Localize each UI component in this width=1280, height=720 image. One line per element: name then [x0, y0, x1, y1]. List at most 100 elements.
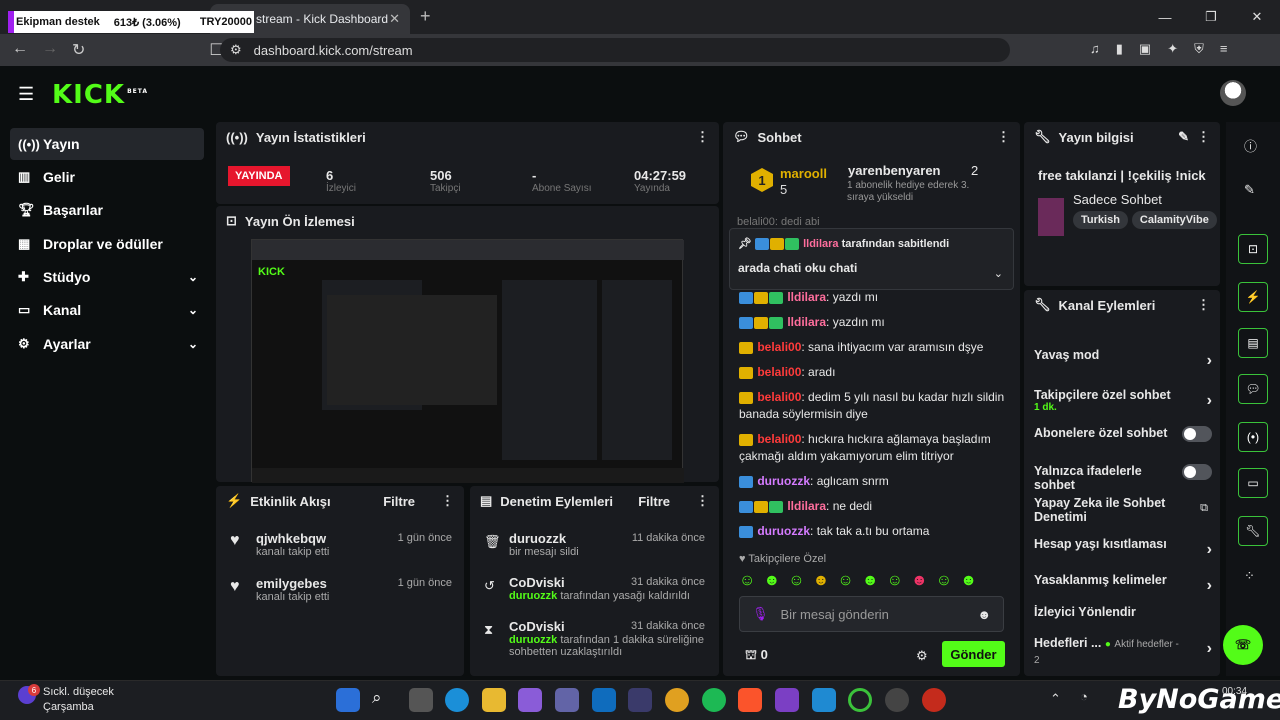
chat-username[interactable]: belali00 [757, 432, 801, 446]
chat-message[interactable]: duruozzk: aglıcam snrm [739, 473, 1009, 490]
emote-bar[interactable]: ☺ ☻ ☺ ☻ ☺ ☻ ☺ ☻ ☺ ☻ [739, 572, 977, 590]
wallet-icon[interactable]: ▣ [1139, 41, 1151, 57]
chat-input[interactable]: 🎙︎ Bir mesaj gönderin ☻ [739, 596, 1004, 632]
chat-message[interactable]: belali00: hıckıra hıckıra ağlamaya başla… [739, 431, 1009, 465]
close-tab-icon[interactable]: ✕ [389, 11, 400, 27]
kick-logo[interactable]: KICK BETA [52, 80, 148, 110]
mic-icon[interactable]: 🎙︎ [752, 606, 769, 622]
site-info-icon[interactable]: ⚙ [230, 42, 242, 58]
sidebar-item-studyo[interactable]: ✚ Stüdyo ⌄ [10, 261, 204, 293]
chat-message[interactable]: duruozzk: tak tak a.tı bu ortama [739, 523, 1009, 540]
support-icon[interactable]: ☏ [1223, 625, 1263, 665]
info-icon[interactable]: ⓘ [1244, 136, 1257, 155]
more-options-icon[interactable]: ⋮ [441, 493, 454, 509]
obs-icon[interactable] [885, 688, 909, 712]
chat-message[interactable]: belali00: dedim 5 yılı nasıl bu kadar hı… [739, 389, 1009, 423]
sidebar-item-basarilar[interactable]: 🏆︎ Başarılar [10, 194, 204, 226]
chat-username[interactable]: duruozzk [757, 474, 810, 488]
more-options-icon[interactable]: ⋮ [1197, 129, 1210, 145]
brave-icon[interactable] [738, 688, 762, 712]
music-icon[interactable]: ♫ [1090, 41, 1100, 57]
tag-chip[interactable]: CalamityVibe [1131, 211, 1217, 229]
hamburger-menu-icon[interactable]: ☰ [18, 84, 34, 105]
gear-icon[interactable]: ⚙ [916, 648, 928, 664]
pinned-message[interactable]: 📌︎ lldilara tarafından sabitlendi arada … [729, 228, 1014, 290]
chat-message[interactable]: lldilara: yazdı mı [739, 289, 1009, 306]
chat-message[interactable]: lldilara: yazdın mı [739, 314, 1009, 331]
back-icon[interactable]: ← [12, 40, 28, 60]
toggle-switch[interactable] [1182, 426, 1212, 442]
channel-action-item[interactable]: Yapay Zeka ile Sohbet Denetimi ⧉ [1034, 496, 1214, 524]
maximize-icon[interactable]: ❐ [1188, 0, 1234, 34]
channel-action-item[interactable]: Yavaş mod › [1034, 348, 1214, 369]
vscode-icon[interactable] [812, 688, 836, 712]
file-explorer-icon[interactable] [482, 688, 506, 712]
visual-studio-icon[interactable] [775, 688, 799, 712]
edit-icon[interactable]: ✎ [1178, 129, 1189, 145]
chat-username[interactable]: duruozzk [757, 524, 810, 538]
ps-app-icon[interactable] [628, 688, 652, 712]
vpn-icon[interactable]: ⛨ [1194, 41, 1204, 57]
spotify-icon[interactable] [702, 688, 726, 712]
channel-action-item[interactable]: Hedefleri ... ● Aktif hedefler - 2 › [1034, 636, 1214, 668]
chevron-down-icon[interactable]: ⌄ [994, 267, 1003, 280]
points-display[interactable]: ⛫ 0 [745, 647, 768, 665]
channel-action-item[interactable]: Abonelere özel sohbet [1034, 426, 1214, 442]
category-name[interactable]: Sadece Sohbet [1073, 192, 1162, 207]
chat-message[interactable]: belali00: sana ihtiyacım var aramısın dş… [739, 339, 1009, 356]
url-field[interactable]: ⚙ dashboard.kick.com/stream [220, 38, 1010, 62]
network-icon[interactable]: ◔ [1080, 689, 1088, 704]
new-tab-icon[interactable]: + [420, 6, 431, 27]
user-avatar[interactable] [1220, 80, 1246, 106]
audio-app-icon[interactable] [922, 688, 946, 712]
outlook-icon[interactable] [592, 688, 616, 712]
chrome-icon[interactable] [665, 688, 689, 712]
sidebar-item-droplar[interactable]: ▦ Droplar ve ödüller [10, 228, 204, 260]
apps-icon[interactable]: ⁘ [1244, 568, 1255, 584]
filter-button[interactable]: Filtre [638, 494, 670, 509]
minimize-icon[interactable]: — [1142, 0, 1188, 34]
teams-icon[interactable] [555, 688, 579, 712]
chat-icon[interactable]: 💬︎ [1238, 374, 1268, 404]
bolt-icon[interactable]: ⚡ [1238, 282, 1268, 312]
task-view-icon[interactable] [409, 688, 433, 712]
chat-username[interactable]: lldilara [787, 290, 826, 304]
category-thumbnail[interactable] [1038, 198, 1064, 236]
sidebar-item-gelir[interactable]: ▥ Gelir [10, 161, 204, 193]
sidebar-icon[interactable]: ▮ [1116, 41, 1123, 57]
edit-icon[interactable]: ✎ [1244, 182, 1255, 198]
chevron-up-icon[interactable]: ⌃ [1050, 691, 1061, 707]
document-icon[interactable]: ▤ [1238, 328, 1268, 358]
search-icon[interactable]: ⌕ [372, 688, 396, 712]
channel-action-item[interactable]: Hesap yaşı kısıtlaması › [1034, 537, 1214, 558]
menu-icon[interactable]: ≡ [1220, 41, 1228, 57]
emoji-icon[interactable]: ☻ [977, 607, 991, 622]
channel-action-item[interactable]: Takipçilere özel sohbet 1 dk. › [1034, 388, 1214, 413]
chat-message[interactable]: belali00: aradı [739, 364, 1009, 381]
tag-chip[interactable]: Turkish [1073, 211, 1128, 229]
more-options-icon[interactable]: ⋮ [696, 129, 709, 145]
chat-username[interactable]: lldilara [787, 499, 826, 513]
chat-username[interactable]: belali00 [757, 340, 801, 354]
forward-icon[interactable]: → [42, 40, 58, 60]
toggle-switch[interactable] [1182, 464, 1212, 480]
sidebar-item-kanal[interactable]: ▭ Kanal ⌄ [10, 294, 204, 326]
chat-username[interactable]: belali00 [757, 365, 801, 379]
stream-preview-video[interactable]: KICK [251, 239, 684, 483]
more-options-icon[interactable]: ⋮ [696, 493, 709, 509]
windows-start-icon[interactable] [336, 688, 360, 712]
store-icon[interactable] [518, 688, 542, 712]
chat-message[interactable]: lldilara: ne dedi [739, 498, 1009, 515]
more-options-icon[interactable]: ⋮ [1197, 297, 1210, 313]
close-window-icon[interactable]: ✕ [1234, 0, 1280, 34]
reload-icon[interactable]: ↻ [72, 40, 85, 60]
broadcast-icon[interactable]: (•) [1238, 422, 1268, 452]
channel-action-item[interactable]: Yasaklanmış kelimeler › [1034, 573, 1214, 594]
ai-icon[interactable]: ✦ [1167, 41, 1178, 57]
chat-username[interactable]: belali00 [757, 390, 801, 404]
channel-action-item[interactable]: İzleyici Yönlendir [1034, 605, 1214, 619]
sidebar-item-yayin[interactable]: ((•)) Yayın [10, 128, 204, 160]
filter-button[interactable]: Filtre [383, 494, 415, 509]
wrench-icon[interactable]: 🔧︎ [1238, 516, 1268, 546]
channel-action-item[interactable]: Yalnızca ifadelerle sohbet [1034, 464, 1214, 492]
